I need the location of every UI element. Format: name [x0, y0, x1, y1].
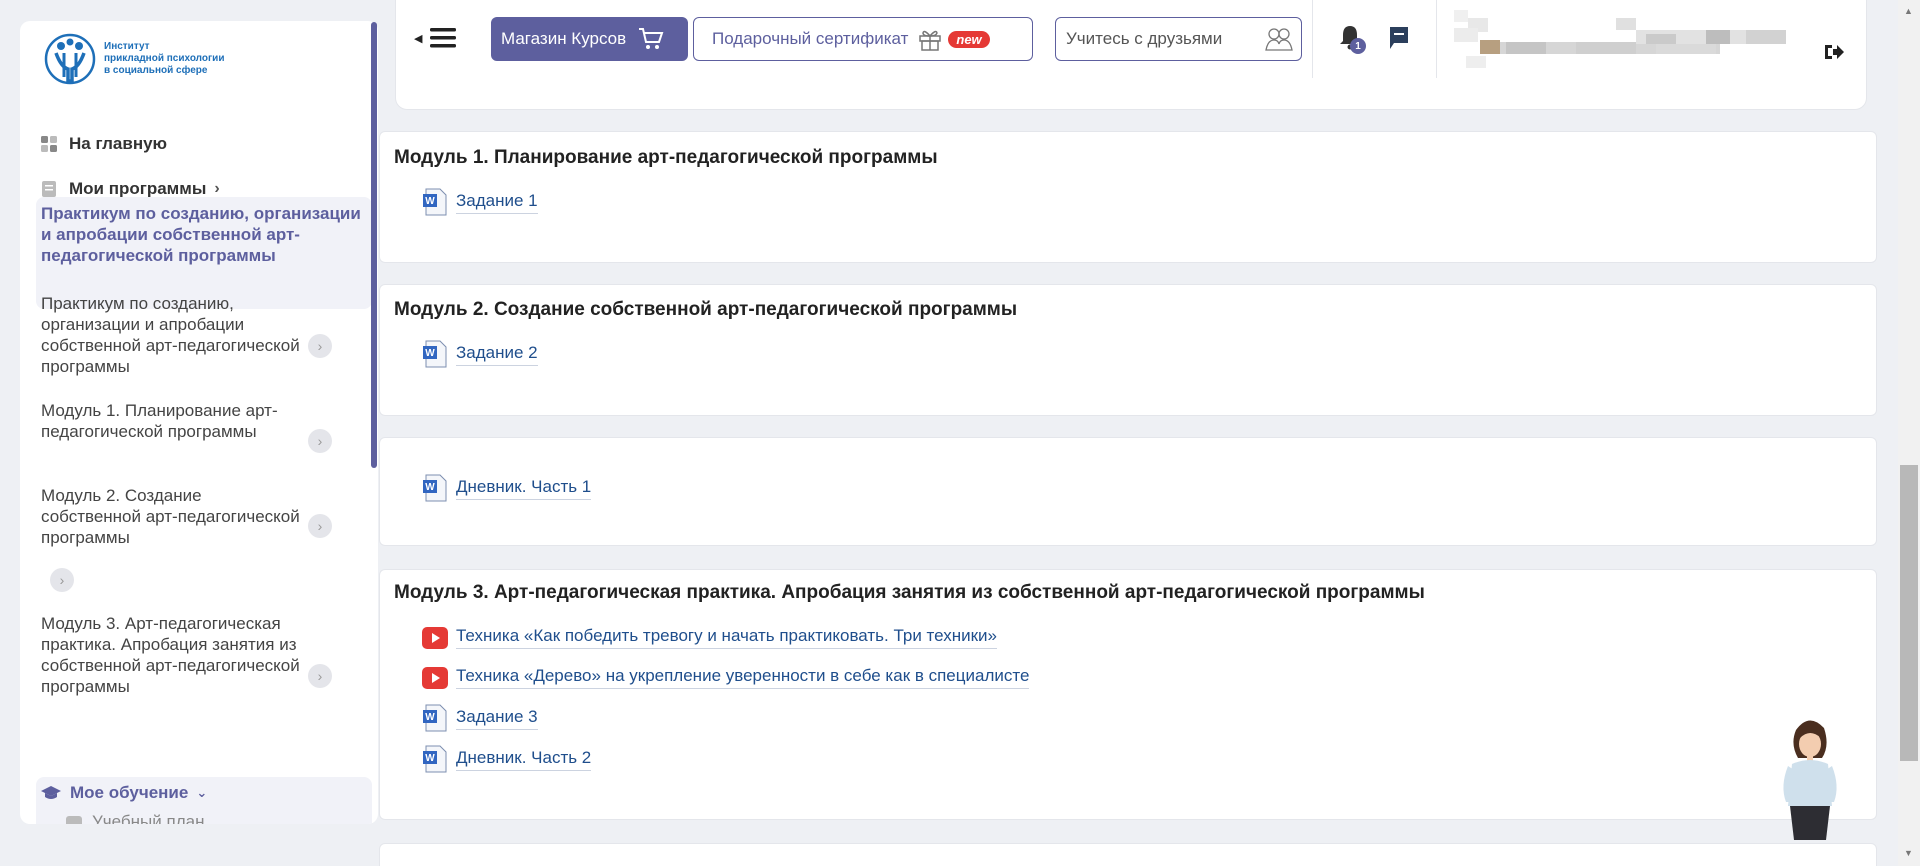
menu-toggle[interactable]: ◀ [414, 27, 457, 49]
graduation-cap-icon [41, 786, 61, 799]
svg-text:W: W [425, 196, 435, 207]
header-divider [1312, 0, 1313, 78]
book-icon [42, 181, 56, 197]
top-header: ◀ Магазин Курсов Подарочный сертификат n… [395, 0, 1867, 110]
course-shop-button[interactable]: Магазин Курсов [491, 17, 688, 61]
gift-certificate-label: Подарочный сертификат [712, 29, 909, 48]
chevron-right-icon[interactable]: › [308, 334, 332, 358]
logo-line-3: в социальной сфере [104, 65, 208, 76]
chevron-right-icon: › [214, 180, 220, 197]
module-card-1: Модуль 1. Планирование арт-педагогическо… [379, 131, 1877, 263]
task-link-label: Задание 3 [456, 707, 538, 730]
diary-link[interactable]: W Дневник. Часть 1 [422, 474, 592, 502]
svg-text:W: W [425, 712, 435, 723]
friends-icon [1265, 28, 1293, 51]
institute-logo[interactable]: Институт прикладной психологии в социаль… [44, 33, 224, 85]
video-link-label: Техника «Как победить тревогу и начать п… [456, 626, 998, 649]
logo-line-1: Институт [104, 41, 150, 52]
video-link[interactable]: Техника «Дерево» на укрепление увереннос… [422, 666, 1030, 689]
chevron-right-icon[interactable]: › [308, 664, 332, 688]
study-plan-label: Учебный план [92, 812, 205, 824]
cart-icon [639, 28, 664, 49]
notification-count-badge: 1 [1350, 38, 1366, 54]
video-link[interactable]: Техника «Как победить тревогу и начать п… [422, 626, 998, 649]
svg-text:W: W [425, 753, 435, 764]
task-link-label: Задание 1 [456, 191, 538, 214]
chat-icon[interactable] [1388, 25, 1410, 51]
chevron-right-icon[interactable]: › [308, 514, 332, 538]
study-with-friends-placeholder: Учитесь с друзьями [1066, 29, 1223, 48]
module-card-3: Модуль 3. Арт-педагогическая практика. А… [379, 569, 1877, 820]
task-link[interactable]: W Задание 1 [422, 188, 538, 216]
page-scrollbar-thumb[interactable] [1900, 465, 1918, 761]
word-doc-icon: W [423, 188, 447, 216]
sidebar: Институт прикладной психологии в социаль… [20, 21, 378, 824]
my-learning-label: Мое обучение [70, 783, 189, 802]
diary-link[interactable]: W Дневник. Часть 2 [422, 745, 592, 773]
sidebar-entry-program[interactable]: Практикум по созданию, организации и апр… [41, 293, 301, 377]
nav-my-programs[interactable]: Мои программы › [40, 179, 220, 199]
svg-text:W: W [425, 482, 435, 493]
scroll-down-arrow-icon[interactable]: ▼ [1904, 848, 1913, 858]
chevron-right-icon[interactable]: › [308, 429, 332, 453]
assistant-avatar[interactable] [1774, 716, 1844, 840]
task-link[interactable]: W Задание 2 [422, 340, 538, 368]
scroll-up-arrow-icon[interactable]: ▲ [1904, 6, 1913, 16]
task-link[interactable]: W Задание 3 [422, 704, 538, 732]
chevron-down-icon: ⌄ [196, 785, 208, 800]
hamburger-icon [430, 28, 457, 48]
module-title: Модуль 1. Планирование арт-педагогическо… [394, 147, 938, 168]
study-plan-item[interactable]: Учебный план [66, 812, 204, 824]
new-badge: new [948, 30, 990, 48]
module-title: Модуль 3. Арт-педагогическая практика. А… [394, 582, 1425, 603]
study-with-friends-field[interactable]: Учитесь с друзьями [1055, 17, 1302, 61]
logout-icon[interactable] [1823, 42, 1845, 62]
nav-home[interactable]: На главную [40, 134, 167, 154]
sidebar-entry-module-3[interactable]: Модуль 3. Арт-педагогическая практика. А… [41, 613, 301, 697]
nav-home-label: На главную [69, 134, 168, 153]
logo-text: Институт прикладной психологии в социаль… [104, 41, 224, 77]
diary-link-label: Дневник. Часть 1 [456, 477, 592, 500]
word-doc-icon: W [423, 340, 447, 368]
caret-left-icon: ◀ [414, 32, 423, 45]
logo-line-2: прикладной психологии [104, 53, 225, 64]
study-plan-icon [66, 816, 82, 824]
grid-icon [41, 136, 57, 152]
diary-card: W Дневник. Часть 1 [379, 437, 1877, 546]
sidebar-entry-module-2[interactable]: Модуль 2. Создание собственной арт-педаг… [41, 485, 301, 548]
my-learning-toggle[interactable]: Мое обучение ⌄ [40, 783, 207, 803]
module-card-2: Модуль 2. Создание собственной арт-педаг… [379, 284, 1877, 416]
chevron-right-icon[interactable]: › [50, 568, 74, 592]
youtube-icon [422, 626, 448, 649]
sidebar-scrollbar[interactable] [371, 22, 377, 468]
svg-text:W: W [425, 348, 435, 359]
page-scrollbar[interactable]: ▲ ▼ [1898, 0, 1920, 866]
sidebar-entry-module-1[interactable]: Модуль 1. Планирование арт-педагогическо… [41, 400, 301, 442]
logo-icon [44, 33, 96, 85]
gift-icon [919, 30, 942, 51]
youtube-icon [422, 666, 448, 689]
course-shop-label: Магазин Курсов [501, 29, 627, 48]
nav-my-programs-label: Мои программы [69, 179, 207, 198]
my-learning-section: Мое обучение ⌄ Учебный план [36, 777, 372, 824]
word-doc-icon: W [423, 704, 447, 732]
video-link-label: Техника «Дерево» на укрепление увереннос… [456, 666, 1030, 689]
gift-certificate-button[interactable]: Подарочный сертификат new [693, 17, 1033, 61]
next-module-card [379, 843, 1877, 866]
diary-link-label: Дневник. Часть 2 [456, 748, 592, 771]
user-profile-blurred[interactable] [1446, 10, 1806, 70]
word-doc-icon: W [423, 745, 447, 773]
word-doc-icon: W [423, 474, 447, 502]
header-divider [1436, 0, 1437, 78]
module-title: Модуль 2. Создание собственной арт-педаг… [394, 299, 1018, 320]
task-link-label: Задание 2 [456, 343, 538, 366]
